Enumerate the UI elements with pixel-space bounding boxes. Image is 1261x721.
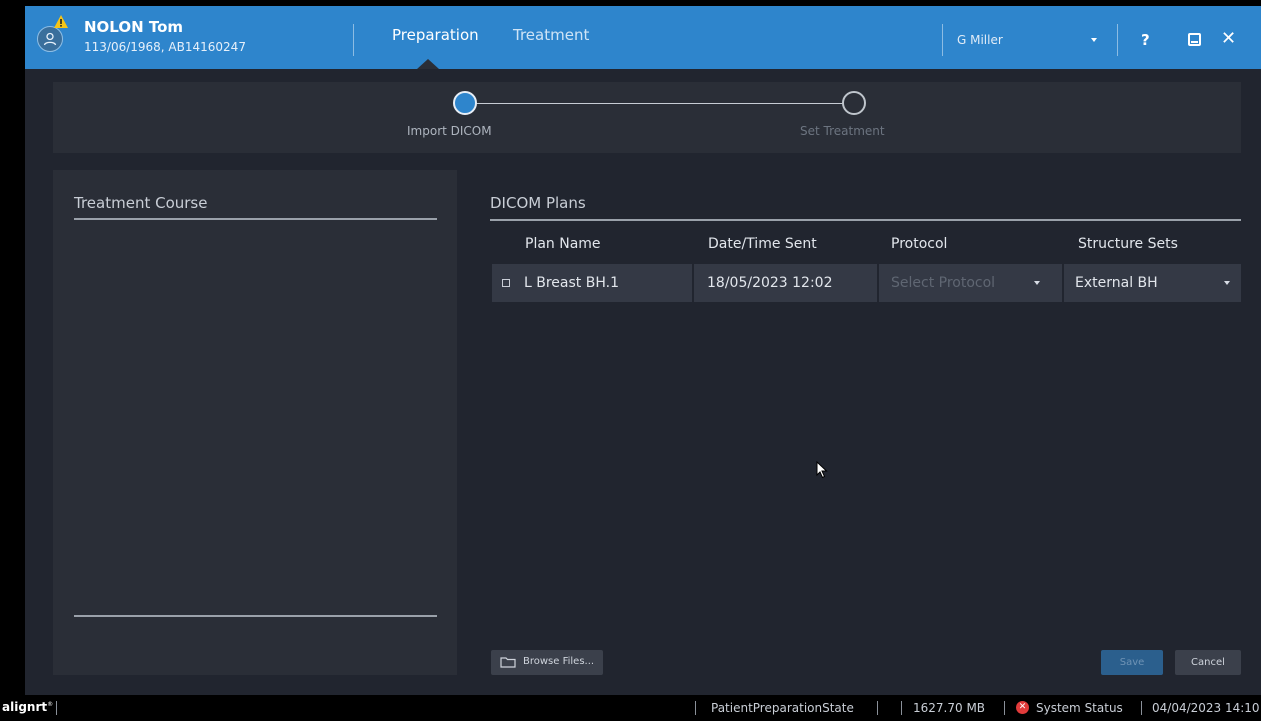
status-divider bbox=[695, 701, 696, 715]
close-icon[interactable]: ✕ bbox=[1221, 28, 1236, 49]
active-tab-indicator bbox=[417, 59, 439, 69]
warning-icon bbox=[54, 15, 68, 28]
cell-divider bbox=[692, 264, 694, 302]
status-divider bbox=[56, 701, 57, 715]
date-sent-cell: 18/05/2023 12:02 bbox=[707, 275, 833, 291]
system-status[interactable]: System Status bbox=[1036, 701, 1123, 715]
chevron-down-icon[interactable] bbox=[1224, 281, 1230, 285]
error-icon[interactable]: ✕ bbox=[1016, 701, 1029, 714]
dicom-plans-divider bbox=[490, 219, 1241, 221]
browse-files-button[interactable]: Browse Files... bbox=[491, 650, 603, 675]
browse-files-label: Browse Files... bbox=[523, 656, 595, 667]
dicom-plans-title: DICOM Plans bbox=[490, 194, 586, 212]
status-divider bbox=[1141, 701, 1142, 715]
header-divider bbox=[942, 24, 943, 56]
status-divider bbox=[1004, 701, 1005, 715]
memory-usage: 1627.70 MB bbox=[913, 701, 986, 715]
treatment-course-panel: Treatment Course bbox=[53, 170, 457, 675]
cancel-button[interactable]: Cancel bbox=[1175, 650, 1241, 675]
treatment-course-title: Treatment Course bbox=[74, 194, 208, 212]
step-set-treatment[interactable] bbox=[842, 91, 866, 115]
status-datetime: 04/04/2023 14:10 bbox=[1152, 701, 1260, 715]
step-label-import-dicom: Import DICOM bbox=[407, 124, 492, 138]
app-header: NOLON Tom 113/06/1968, AB14160247 Prepar… bbox=[25, 6, 1261, 69]
status-divider bbox=[901, 701, 902, 715]
app-state: PatientPreparationState bbox=[711, 701, 854, 715]
app-window: NOLON Tom 113/06/1968, AB14160247 Prepar… bbox=[25, 6, 1261, 695]
tab-preparation[interactable]: Preparation bbox=[392, 26, 479, 44]
step-label-set-treatment: Set Treatment bbox=[800, 124, 885, 138]
minimize-icon[interactable] bbox=[1188, 33, 1201, 46]
panel-divider bbox=[74, 615, 437, 617]
column-header-protocol[interactable]: Protocol bbox=[891, 236, 947, 252]
stepper-connector bbox=[465, 103, 854, 104]
panel-divider bbox=[74, 218, 437, 220]
structure-set-select[interactable]: External BH bbox=[1075, 275, 1158, 291]
patient-avatar[interactable] bbox=[37, 26, 63, 52]
status-bar: alignrt® PatientPreparationState 1627.70… bbox=[0, 695, 1261, 721]
step-import-dicom[interactable] bbox=[453, 91, 477, 115]
chevron-down-icon[interactable] bbox=[1034, 281, 1040, 285]
workflow-stepper: Import DICOM Set Treatment bbox=[53, 82, 1241, 153]
patient-details: 113/06/1968, AB14160247 bbox=[84, 40, 246, 54]
folder-icon bbox=[500, 657, 516, 668]
patient-name: NOLON Tom bbox=[84, 18, 184, 36]
cell-divider bbox=[877, 264, 879, 302]
save-button[interactable]: Save bbox=[1101, 650, 1163, 675]
tab-treatment[interactable]: Treatment bbox=[513, 26, 589, 44]
header-divider bbox=[353, 24, 354, 56]
status-divider bbox=[877, 701, 878, 715]
user-icon bbox=[43, 32, 57, 46]
help-button[interactable]: ? bbox=[1141, 31, 1150, 49]
mouse-cursor bbox=[816, 461, 828, 479]
app-logo: alignrt® bbox=[2, 700, 54, 714]
user-dropdown[interactable]: G Miller bbox=[957, 33, 1003, 47]
cell-divider bbox=[1062, 264, 1064, 302]
column-header-structure-sets[interactable]: Structure Sets bbox=[1078, 236, 1178, 252]
column-header-plan-name[interactable]: Plan Name bbox=[525, 236, 601, 252]
chevron-down-icon[interactable] bbox=[1091, 38, 1097, 42]
protocol-select[interactable]: Select Protocol bbox=[891, 275, 995, 291]
plan-name-cell: L Breast BH.1 bbox=[524, 275, 619, 291]
header-divider bbox=[1117, 24, 1118, 56]
column-header-date-sent[interactable]: Date/Time Sent bbox=[708, 236, 817, 252]
table-row[interactable]: L Breast BH.1 18/05/2023 12:02 Select Pr… bbox=[492, 264, 1241, 302]
row-checkbox[interactable] bbox=[502, 279, 510, 287]
